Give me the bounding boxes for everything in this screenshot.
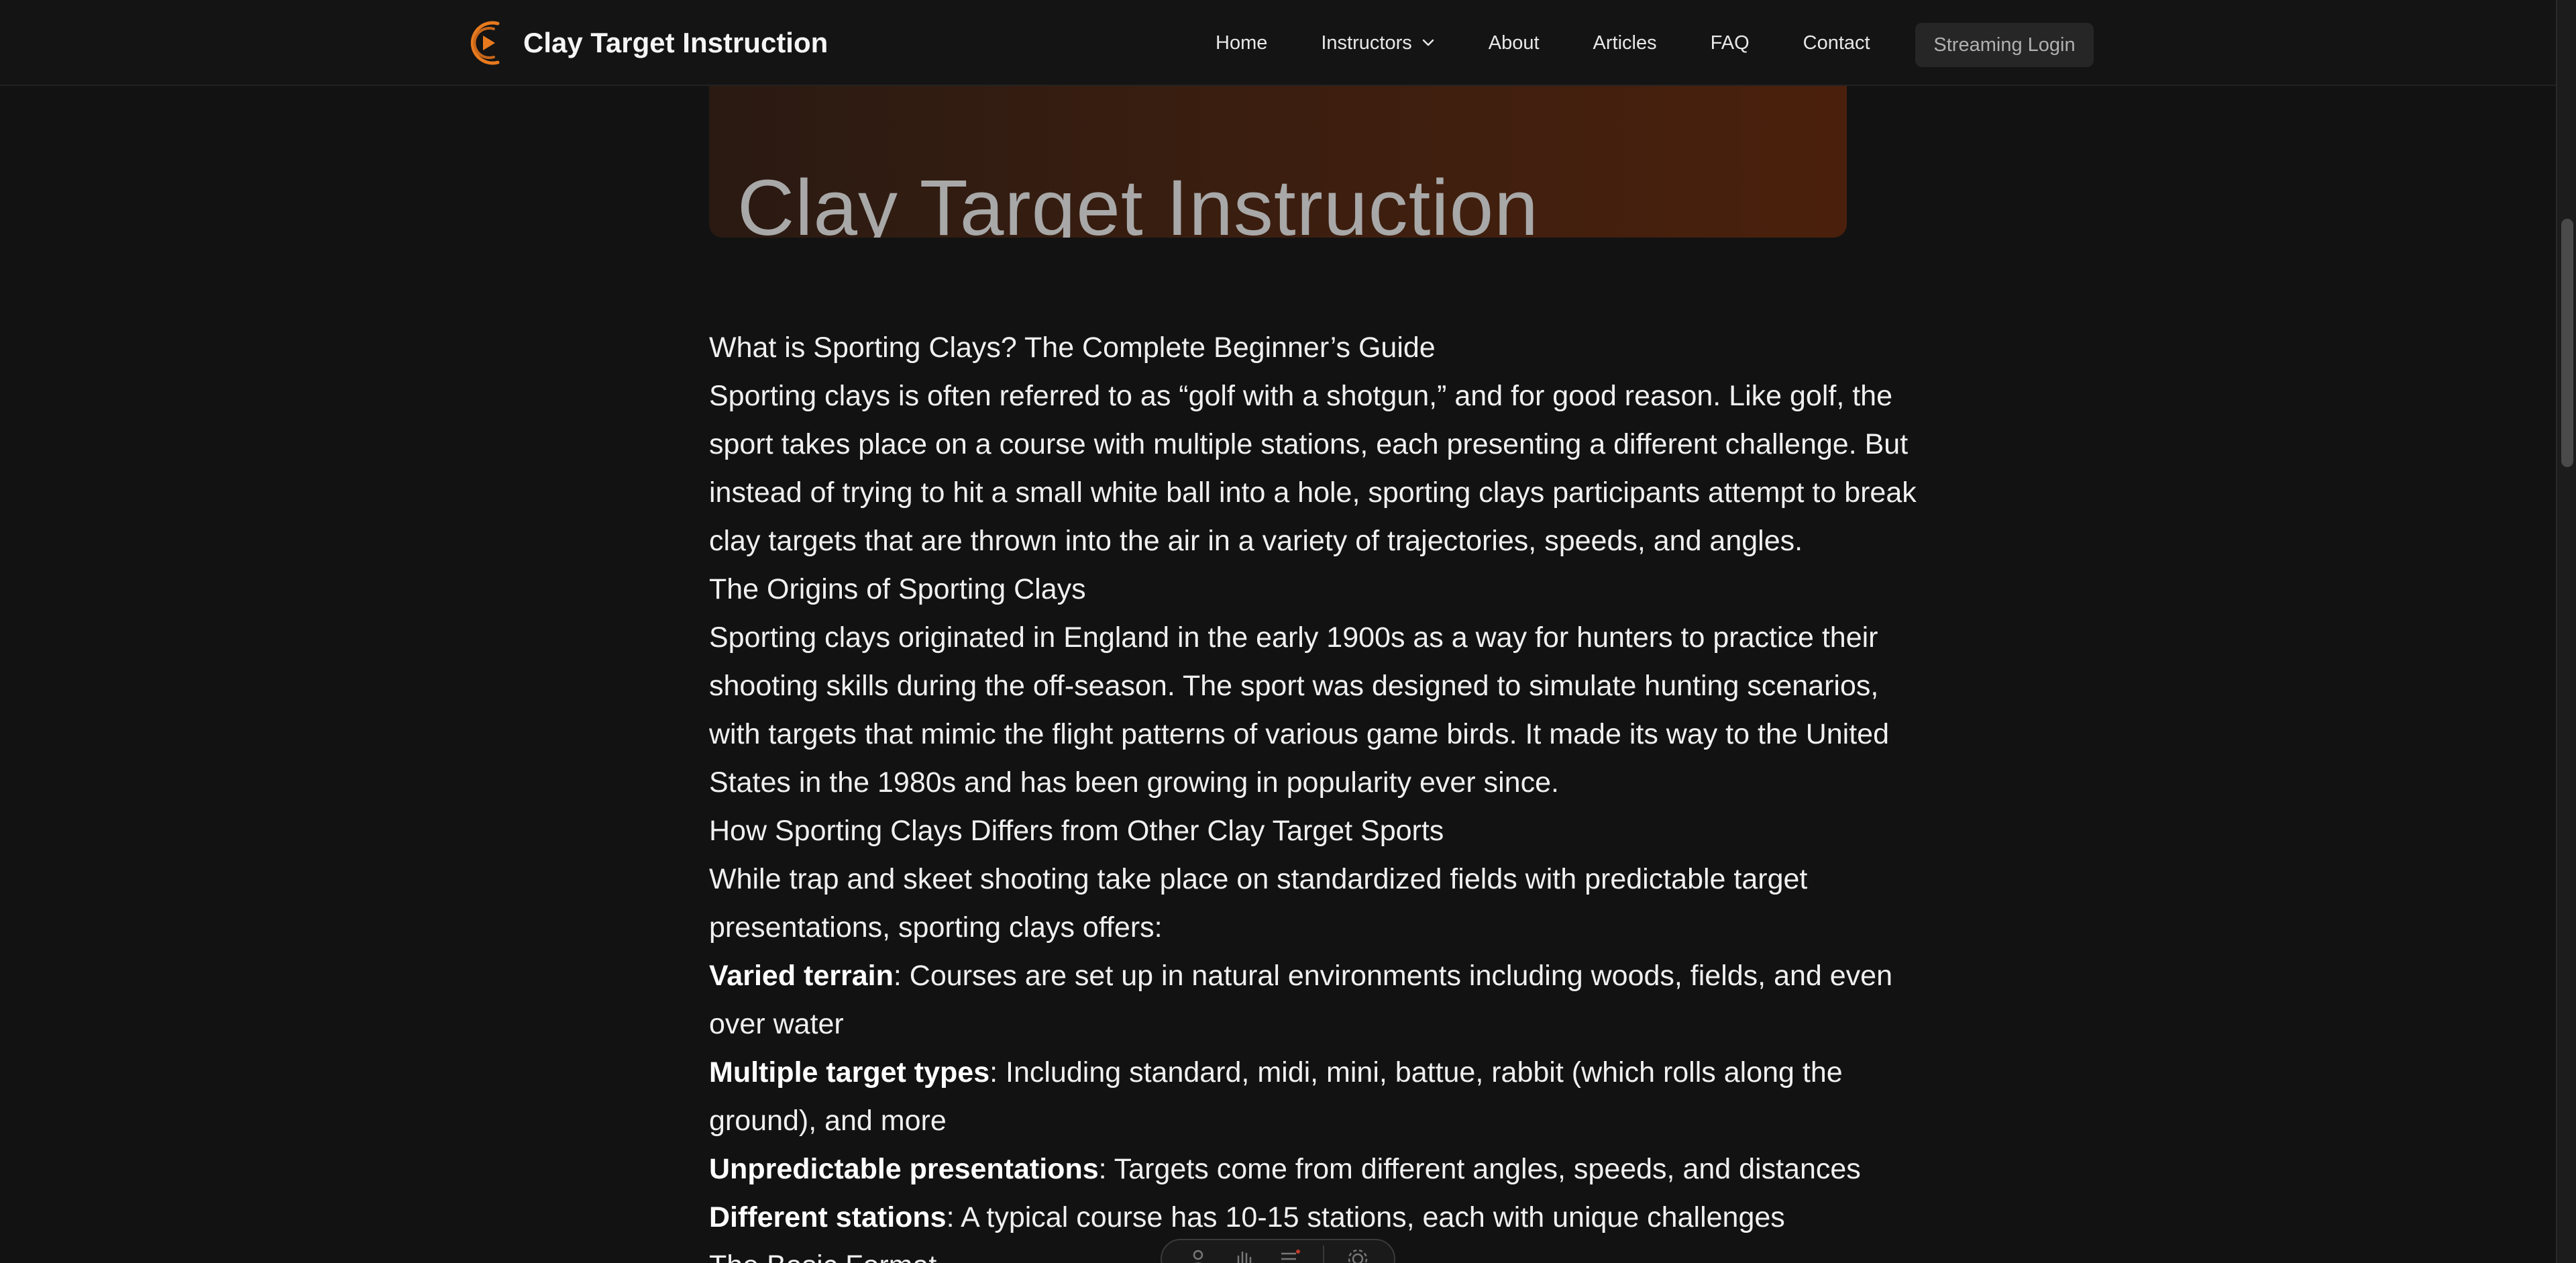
site-header: Clay Target Instruction Home Instructors… <box>0 0 2556 86</box>
feature-item: Unpredictable presentations: Targets com… <box>709 1145 1861 1193</box>
hand-icon[interactable] <box>1232 1247 1256 1263</box>
page: Clay Target Instruction Home Instructors… <box>0 0 2576 1263</box>
section-heading-differs: How Sporting Clays Differs from Other Cl… <box>709 815 1444 847</box>
list-icon[interactable] <box>1277 1247 1301 1263</box>
nav-instructors[interactable]: Instructors <box>1321 32 1434 54</box>
paragraph-line: presentations, sporting clays offers: <box>709 911 1163 944</box>
feature-text: : Targets come from different angles, sp… <box>1098 1153 1861 1185</box>
scrollbar-thumb[interactable] <box>2561 219 2573 467</box>
streaming-login-button[interactable]: Streaming Login <box>1915 23 2094 67</box>
nav-about[interactable]: About <box>1489 32 1540 54</box>
feature-item: Varied terrain: Courses are set up in na… <box>709 952 1892 1000</box>
nav-contact[interactable]: Contact <box>1803 32 1870 54</box>
feature-item: Different stations: A typical course has… <box>709 1193 1849 1242</box>
article-title: What is Sporting Clays? The Complete Beg… <box>709 332 1436 364</box>
person-icon[interactable] <box>1186 1247 1210 1263</box>
paragraph-line: Sporting clays originated in England in … <box>709 621 1878 654</box>
nav-articles[interactable]: Articles <box>1593 32 1657 54</box>
paragraph-line: sport takes place on a course with multi… <box>709 428 1909 460</box>
nav-instructors-label: Instructors <box>1321 32 1412 54</box>
paragraph-line: While trap and skeet shooting take place… <box>709 863 1808 895</box>
brand-link[interactable]: Clay Target Instruction <box>463 16 828 70</box>
brand-name: Clay Target Instruction <box>523 27 828 58</box>
floating-toolbar <box>1161 1239 1395 1263</box>
paragraph-line: States in the 1980s and has been growing… <box>709 766 1559 799</box>
paragraph-line: instead of trying to hit a small white b… <box>709 476 1917 509</box>
feature-term: Unpredictable presentations <box>709 1153 1099 1185</box>
paragraph-line: shooting skills during the off-season. T… <box>709 670 1879 702</box>
hero-title: Clay Target Instruction <box>737 164 1539 238</box>
feature-item-continued: ground), and more <box>709 1105 947 1137</box>
feature-text: : Courses are set up in natural environm… <box>893 960 1893 992</box>
paragraph-line: clay targets that are thrown into the ai… <box>709 525 1803 557</box>
main-nav: Home Instructors About Articles FAQ Cont… <box>1216 0 1870 86</box>
toolbar-divider <box>1323 1246 1324 1263</box>
section-heading-origins: The Origins of Sporting Clays <box>709 573 1086 605</box>
paragraph-line: Sporting clays is often referred to as “… <box>709 380 1893 412</box>
feature-term: Varied terrain <box>709 960 894 992</box>
feature-item-continued: over water <box>709 1008 844 1040</box>
feature-text: : A typical course has 10-15 stations, e… <box>946 1201 1785 1233</box>
feature-term: Multiple target types <box>709 1056 990 1089</box>
feature-term: Different stations <box>709 1201 947 1233</box>
nav-home[interactable]: Home <box>1216 32 1267 54</box>
play-arc-logo-icon <box>470 21 500 65</box>
nav-faq[interactable]: FAQ <box>1711 32 1750 54</box>
page-scrollbar[interactable] <box>2556 0 2576 1263</box>
feature-item: Multiple target types: Including standar… <box>709 1048 1849 1097</box>
chevron-down-icon <box>1422 39 1434 46</box>
article-body: What is Sporting Clays? The Complete Beg… <box>709 323 1917 1263</box>
paragraph-line: with targets that mimic the flight patte… <box>709 718 1890 750</box>
gear-icon[interactable] <box>1346 1247 1370 1263</box>
feature-text: : Including standard, midi, mini, battue… <box>989 1056 1843 1089</box>
